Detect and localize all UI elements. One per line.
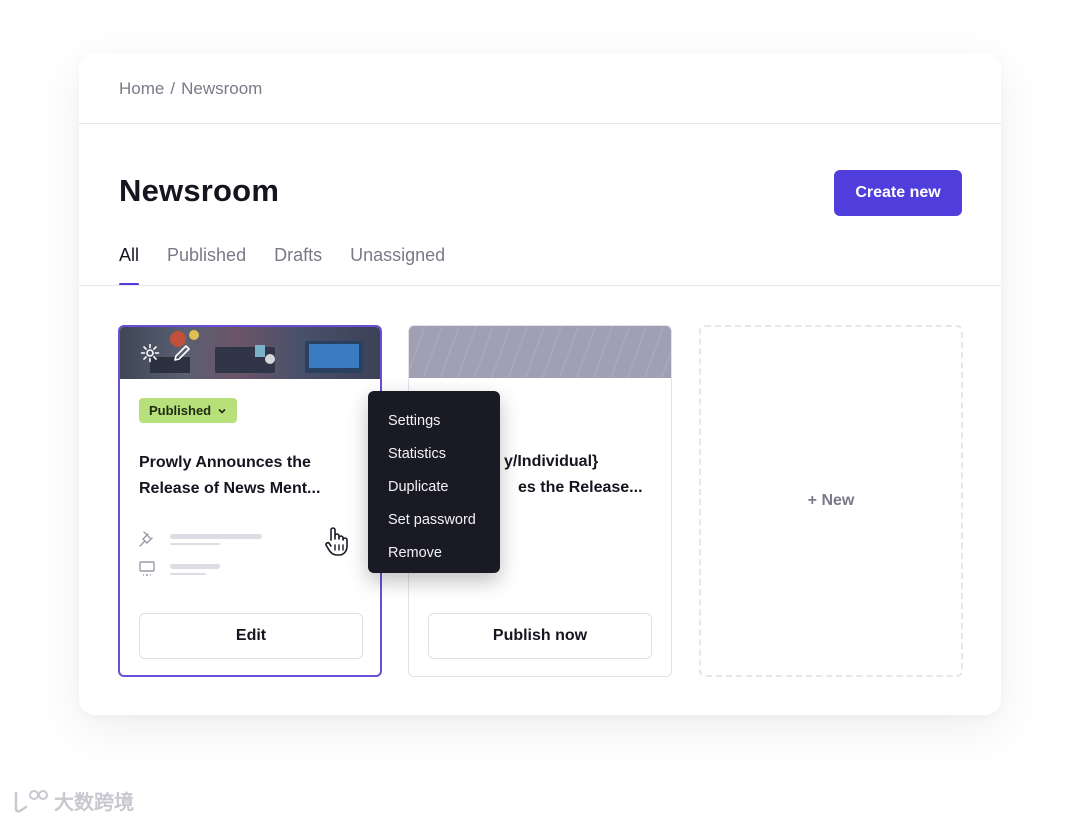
- monitor-icon: [139, 561, 155, 576]
- card-cover-image: [409, 326, 671, 378]
- watermark-text: 大数跨境: [54, 792, 134, 814]
- tab-all[interactable]: All: [119, 245, 140, 286]
- pin-icon: [139, 531, 153, 547]
- new-newsroom-card[interactable]: + New: [699, 325, 963, 677]
- edit-button[interactable]: Edit: [139, 613, 363, 659]
- menu-item-statistics[interactable]: Statistics: [368, 438, 500, 471]
- chevron-down-icon: [218, 408, 226, 414]
- status-badge[interactable]: Published: [139, 398, 238, 423]
- tabs-divider: [79, 285, 1001, 286]
- page-title: Newsroom: [119, 173, 280, 208]
- breadcrumb-home[interactable]: Home: [119, 79, 164, 99]
- watermark: 大数跨境: [10, 786, 134, 815]
- meta-row-display: [138, 560, 220, 578]
- menu-item-duplicate[interactable]: Duplicate: [368, 471, 500, 504]
- card-title-line: Release of News Ment...: [139, 480, 321, 497]
- filter-tabs: All Published Drafts Unassigned: [119, 245, 473, 286]
- meta-row-pinned: [138, 530, 262, 548]
- newsroom-panel: Home / Newsroom Newsroom Create new All …: [79, 53, 1001, 715]
- card-title: Prowly Announces the Release of News Men…: [139, 450, 364, 502]
- breadcrumb: Home / Newsroom: [119, 79, 262, 99]
- tab-published[interactable]: Published: [167, 245, 246, 286]
- header-divider: [79, 123, 1001, 124]
- publish-now-button[interactable]: Publish now: [428, 613, 652, 659]
- status-badge-label: Published: [149, 403, 212, 418]
- card-title-line: Prowly Announces the: [139, 454, 311, 471]
- menu-item-settings[interactable]: Settings: [368, 405, 500, 438]
- hand-cursor-icon: [323, 526, 351, 563]
- tab-drafts[interactable]: Drafts: [274, 245, 322, 286]
- watermark-logo-icon: [10, 787, 50, 815]
- breadcrumb-separator: /: [170, 79, 176, 98]
- breadcrumb-current: Newsroom: [181, 79, 263, 98]
- menu-item-remove[interactable]: Remove: [368, 536, 500, 569]
- newsroom-card[interactable]: Published Prowly Announces the Release o…: [118, 325, 382, 677]
- gear-icon[interactable]: [138, 341, 162, 365]
- create-new-button[interactable]: Create new: [834, 170, 962, 216]
- card-context-menu: Settings Statistics Duplicate Set passwo…: [368, 391, 500, 573]
- menu-item-set-password[interactable]: Set password: [368, 503, 500, 536]
- card-cover-image: [120, 327, 380, 379]
- tab-unassigned[interactable]: Unassigned: [350, 245, 445, 286]
- pencil-icon[interactable]: [170, 341, 194, 365]
